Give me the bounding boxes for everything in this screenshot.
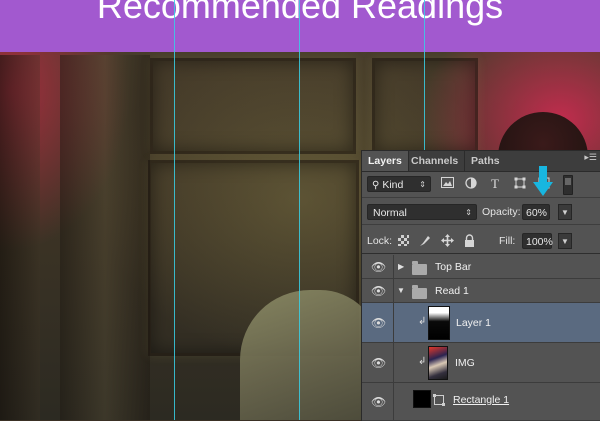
person-legs	[240, 290, 380, 420]
layer-thumbnail	[428, 346, 448, 380]
lock-image-pixels-icon[interactable]	[418, 234, 432, 248]
expanded-triangle-icon[interactable]: ▼	[397, 286, 405, 295]
layer-name: Top Bar	[435, 261, 472, 273]
layer-name: Read 1	[435, 285, 469, 297]
panel-menu-icon[interactable]: ▸☰	[583, 153, 597, 167]
layer-row-read-1[interactable]: 👁 ▼ Read 1	[362, 279, 600, 303]
search-icon: ⚲	[372, 180, 380, 191]
folder-icon	[412, 261, 427, 275]
layer-name: Layer 1	[456, 317, 492, 329]
lock-row: Lock: Fill: 100% ▼	[362, 226, 600, 254]
visibility-toggle[interactable]: 👁	[362, 255, 394, 278]
layer-row-layer-1[interactable]: 👁 ↲ Layer 1	[362, 303, 600, 343]
kind-filter-dropdown[interactable]: ⚲ Kind ⇕	[367, 176, 431, 192]
eye-icon: 👁	[371, 315, 387, 330]
eye-icon: 👁	[371, 283, 387, 298]
clipping-mask-icon: ↲	[418, 316, 427, 327]
type-filter-icon[interactable]: T	[488, 177, 502, 191]
panel-tabs: Layers Channels Paths ▸☰	[362, 151, 600, 172]
opacity-input[interactable]: 60%	[522, 204, 550, 220]
layers-panel: Layers Channels Paths ▸☰ ⚲ Kind ⇕ T Norma…	[361, 150, 600, 421]
tab-layers[interactable]: Layers	[362, 151, 409, 171]
folder-open-icon	[412, 285, 427, 299]
blend-row: Normal ⇕ Opacity: 60% ▼	[362, 199, 600, 225]
lock-all-icon[interactable]	[462, 234, 476, 248]
tab-paths[interactable]: Paths	[465, 151, 506, 171]
fill-input[interactable]: 100%	[522, 233, 553, 249]
lock-position-icon[interactable]	[440, 234, 454, 248]
tab-channels[interactable]: Channels	[405, 151, 466, 171]
eye-icon: 👁	[371, 259, 387, 274]
blend-mode-value: Normal	[373, 207, 407, 219]
adjustment-filter-icon[interactable]	[464, 177, 478, 191]
filter-row: ⚲ Kind ⇕ T	[362, 172, 600, 198]
fill-slider-button[interactable]: ▼	[558, 233, 572, 249]
page-title: Recommended Readings	[96, 0, 504, 26]
guide-line-1[interactable]	[174, 0, 175, 420]
visibility-toggle[interactable]: 👁	[362, 279, 394, 302]
layer-name: Rectangle 1	[453, 394, 510, 406]
lock-label: Lock:	[367, 235, 393, 247]
clipping-mask-icon: ↲	[418, 356, 427, 367]
layer-thumbnail	[413, 390, 431, 408]
eye-icon: 👁	[371, 355, 387, 370]
door-frame-left	[0, 55, 40, 420]
layer-row-top-bar[interactable]: 👁 ▶ Top Bar	[362, 255, 600, 279]
layer-thumbnail	[428, 306, 450, 340]
opacity-slider-button[interactable]: ▼	[558, 204, 572, 220]
image-filter-icon[interactable]	[440, 177, 454, 191]
chevron-updown-icon: ⇕	[465, 208, 472, 217]
vector-mask-icon	[433, 394, 445, 406]
layer-row-rectangle-1[interactable]: 👁 Rectangle 1	[362, 383, 600, 421]
kind-label: Kind	[382, 179, 404, 191]
filter-toggle-switch[interactable]	[563, 175, 573, 195]
blend-mode-dropdown[interactable]: Normal ⇕	[367, 204, 477, 220]
title-bar: Recommended Readings	[0, 0, 600, 52]
door-upper-panel	[150, 58, 356, 154]
collapsed-triangle-icon[interactable]: ▶	[398, 262, 404, 271]
door-frame	[60, 55, 150, 420]
chevron-updown-icon: ⇕	[419, 180, 426, 189]
eye-icon: 👁	[371, 394, 387, 409]
guide-line-2[interactable]	[299, 0, 300, 420]
visibility-toggle[interactable]: 👁	[362, 343, 394, 382]
visibility-toggle[interactable]: 👁	[362, 303, 394, 342]
shape-filter-icon[interactable]	[513, 177, 527, 191]
layer-name: IMG	[455, 357, 475, 369]
annotation-arrow-icon	[533, 166, 553, 196]
visibility-toggle[interactable]: 👁	[362, 383, 394, 420]
layer-row-img[interactable]: 👁 ↲ IMG	[362, 343, 600, 383]
fill-label: Fill:	[499, 235, 516, 247]
lock-transparent-pixels-icon[interactable]	[398, 235, 409, 246]
opacity-label: Opacity:	[482, 206, 521, 218]
door-panel-right	[372, 58, 478, 154]
